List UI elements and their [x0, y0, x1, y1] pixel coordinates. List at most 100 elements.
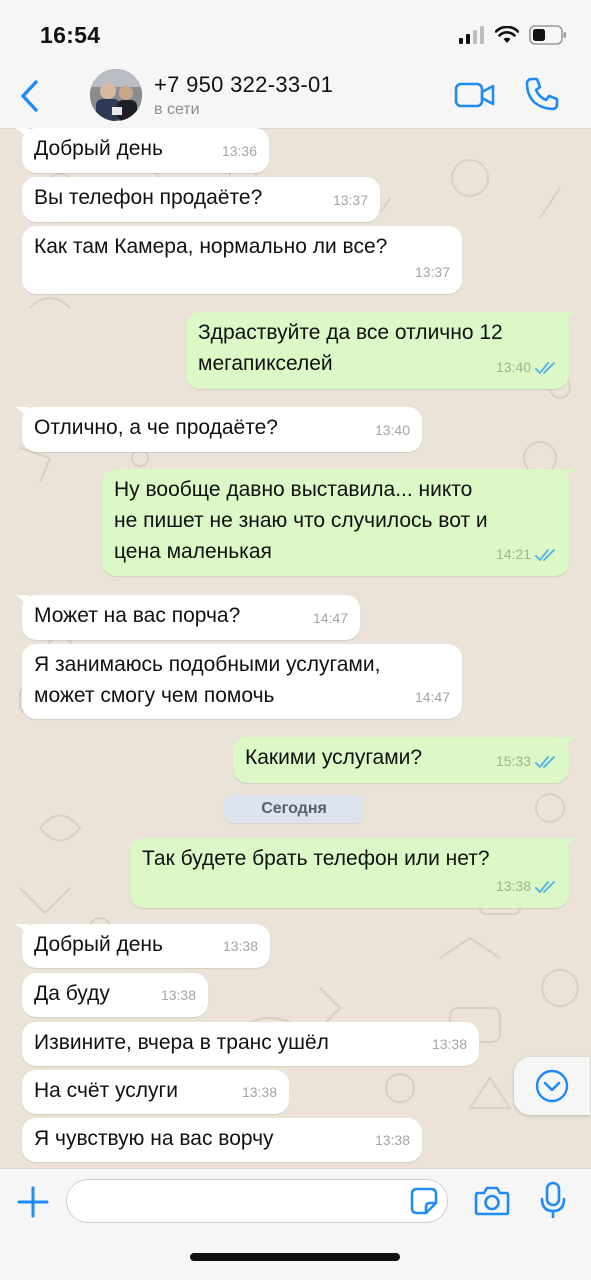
- chevron-down-circle-icon: [535, 1069, 569, 1103]
- message-meta: 13:37: [333, 185, 368, 216]
- message-meta: 13:38: [375, 1125, 410, 1156]
- message-meta: 13:40: [496, 352, 557, 383]
- message-meta: 13:37: [415, 257, 450, 288]
- message-bubble-incoming[interactable]: Отлично, а че продаёте? 13:40: [15, 407, 422, 452]
- message-bubble-incoming[interactable]: На счёт услуги 13:38: [22, 1070, 289, 1114]
- phone-icon: [525, 77, 559, 111]
- message-time: 13:38: [431, 1036, 467, 1052]
- message-text: Ну вообще давно выставила... никто не пи…: [114, 478, 488, 563]
- message-time: 13:38: [495, 878, 531, 894]
- message-time: 13:37: [332, 192, 368, 208]
- message-meta: 13:36: [222, 136, 257, 167]
- message-time: 15:33: [495, 753, 531, 769]
- message-bubble-outgoing[interactable]: Так будете брать телефон или нет? 13:38: [130, 838, 576, 908]
- message-bubble-outgoing[interactable]: Какими услугами? 15:33: [233, 737, 576, 783]
- double-check-icon: [535, 880, 555, 893]
- message-time: 13:37: [414, 264, 450, 280]
- bubble-tail: [562, 838, 576, 852]
- sticker-icon: [410, 1187, 438, 1215]
- double-check-icon: [535, 361, 555, 374]
- message-bubble-outgoing[interactable]: Здраствуйте да все отлично 12 мегапиксел…: [186, 312, 576, 389]
- bubble-tail: [15, 407, 29, 421]
- message-meta: 13:40: [375, 415, 410, 446]
- plus-icon: [17, 1186, 49, 1218]
- wifi-icon: [495, 26, 519, 43]
- message-time: 13:38: [241, 1084, 277, 1100]
- message-meta: 14:21: [496, 539, 557, 570]
- battery-icon: [529, 25, 566, 45]
- message-bubble-incoming[interactable]: Добрый день 13:36: [15, 128, 269, 173]
- status-bar: 16:54: [0, 0, 591, 66]
- message-time: 14:21: [495, 546, 531, 562]
- message-bubble-incoming[interactable]: Вы телефон продаёте? 13:37: [22, 177, 380, 222]
- camera-icon: [474, 1186, 510, 1216]
- messages-list: Добрый день 13:36 Вы телефон продаёте? 1…: [0, 128, 591, 1168]
- avatar[interactable]: [90, 69, 142, 121]
- camera-button[interactable]: [474, 1185, 510, 1217]
- bubble-tail: [15, 595, 29, 609]
- message-text: Я занимаюсь подобными услугами, может см…: [34, 653, 381, 707]
- message-meta: 14:47: [415, 682, 450, 713]
- message-bubble-incoming[interactable]: Да буду 13:38: [22, 973, 208, 1017]
- message-meta: 13:38: [242, 1077, 277, 1108]
- message-meta: 13:38: [161, 980, 196, 1011]
- message-bubble-incoming[interactable]: Я чувствую на вас ворчу 13:38: [22, 1118, 422, 1162]
- message-bubble-outgoing[interactable]: Ну вообще давно выставила... никто не пи…: [102, 469, 576, 576]
- avatar-image: [90, 69, 142, 121]
- message-text: Так будете брать телефон или нет?: [142, 847, 490, 870]
- video-call-button[interactable]: [454, 80, 496, 110]
- message-meta: 13:38: [223, 931, 258, 962]
- status-time: 16:54: [40, 22, 101, 48]
- message-text: Извините, вчера в транс ушёл: [34, 1031, 329, 1054]
- message-time: 14:47: [312, 610, 348, 626]
- voice-call-button[interactable]: [524, 76, 560, 112]
- bubble-tail: [562, 312, 576, 326]
- message-meta: 13:38: [496, 871, 557, 902]
- microphone-button[interactable]: [540, 1181, 566, 1219]
- chat-screen: 16:54 +7 950 322-33-01 в сети Добрый ден…: [0, 0, 591, 1280]
- message-text: Как там Камера, нормально ли все?: [34, 235, 388, 258]
- input-bar: [0, 1168, 591, 1280]
- contact-name[interactable]: +7 950 322-33-01: [154, 72, 333, 98]
- scroll-down-button[interactable]: [514, 1057, 590, 1115]
- contact-status: в сети: [154, 101, 200, 118]
- message-meta: 13:38: [432, 1029, 467, 1060]
- message-text: Может на вас порча?: [34, 604, 241, 627]
- message-time: 13:38: [160, 987, 196, 1003]
- attach-button[interactable]: [16, 1185, 50, 1219]
- bubble-tail: [15, 924, 29, 938]
- message-time: 14:47: [414, 689, 450, 705]
- chevron-left-icon: [21, 80, 38, 112]
- message-text: Вы телефон продаёте?: [34, 186, 263, 209]
- message-time: 13:38: [374, 1132, 410, 1148]
- video-camera-icon: [454, 82, 495, 108]
- message-time: 13:40: [374, 422, 410, 438]
- message-meta: 15:33: [496, 746, 557, 777]
- message-input[interactable]: [66, 1179, 448, 1223]
- status-icons: [459, 24, 567, 46]
- date-separator: Сегодня: [224, 795, 364, 823]
- message-text: Отлично, а че продаёте?: [34, 416, 278, 439]
- message-bubble-incoming[interactable]: Я занимаюсь подобными услугами, может см…: [22, 644, 462, 719]
- microphone-icon: [540, 1181, 566, 1219]
- double-check-icon: [535, 548, 555, 561]
- signal-icon: [459, 26, 484, 44]
- message-bubble-incoming[interactable]: Может на вас порча? 14:47: [15, 595, 360, 640]
- chat-header: +7 950 322-33-01 в сети: [0, 66, 591, 129]
- message-text: На счёт услуги: [34, 1079, 178, 1102]
- message-meta: 14:47: [313, 603, 348, 634]
- message-bubble-incoming[interactable]: Извините, вчера в транс ушёл 13:38: [22, 1022, 479, 1066]
- home-indicator: [190, 1253, 400, 1261]
- message-time: 13:38: [222, 938, 258, 954]
- message-text: Я чувствую на вас ворчу: [34, 1127, 274, 1150]
- message-bubble-incoming[interactable]: Как там Камера, нормально ли все? 13:37: [22, 226, 462, 294]
- back-button[interactable]: [14, 78, 44, 114]
- bubble-tail: [562, 737, 576, 751]
- double-check-icon: [535, 755, 555, 768]
- sticker-button[interactable]: [410, 1187, 438, 1215]
- bubble-tail: [15, 128, 29, 142]
- message-bubble-incoming[interactable]: Добрый день 13:38: [15, 924, 270, 968]
- bubble-tail: [562, 469, 576, 483]
- message-time: 13:36: [221, 143, 257, 159]
- message-time: 13:40: [495, 359, 531, 375]
